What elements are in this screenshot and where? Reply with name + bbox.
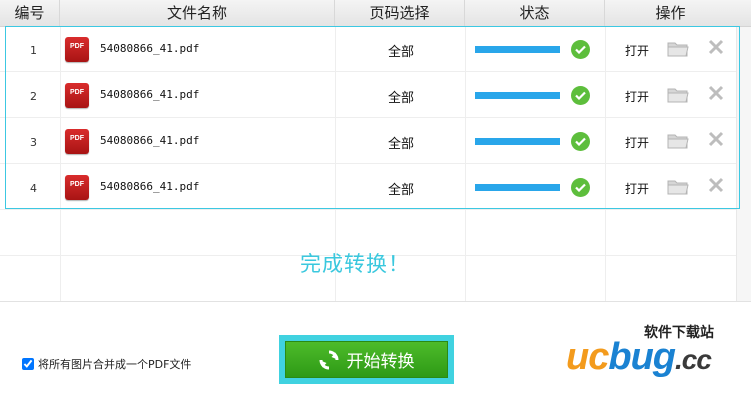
row-index: 1 [30,43,37,57]
start-convert-button[interactable]: 开始转换 [285,341,448,378]
refresh-icon [319,350,338,369]
folder-icon[interactable] [667,178,689,195]
file-cell: PDF 54080866_41.pdf [61,73,336,119]
status-cell [466,73,606,119]
merge-pdf-option[interactable]: 将所有图片合并成一个PDF文件 [22,356,191,372]
table-row[interactable]: 3 PDF 54080866_41.pdf 全部 打开 [6,119,739,165]
status-cell [466,165,606,211]
page-range-select[interactable]: 全部 [336,119,466,165]
check-circle-icon [571,178,590,197]
file-name: 54080866_41.pdf [100,88,200,101]
merge-pdf-checkbox[interactable] [22,358,34,370]
progress-bar [475,138,560,145]
row-index: 4 [30,181,37,195]
open-file-button[interactable]: 打开 [625,134,649,151]
progress-bar [475,92,560,99]
pdf-file-icon: PDF [65,175,89,200]
file-name: 54080866_41.pdf [100,134,200,147]
actions-cell: 打开 [606,73,739,119]
watermark-brand: ucbug.cc [566,336,712,379]
check-circle-icon [571,40,590,59]
column-header-filename[interactable]: 文件名称 [60,0,335,26]
brand-text-bug: bug [608,336,676,378]
file-cell: PDF 54080866_41.pdf [61,27,336,73]
actions-cell: 打开 [606,27,739,73]
row-index: 3 [30,135,37,149]
start-convert-label: 开始转换 [346,352,415,372]
progress-fill [475,138,560,145]
open-file-button[interactable]: 打开 [625,42,649,59]
progress-bar [475,184,560,191]
check-circle-icon [571,132,590,151]
pdf-file-icon: PDF [65,37,89,62]
file-name: 54080866_41.pdf [100,180,200,193]
close-icon[interactable] [707,176,725,194]
page-range-select[interactable]: 全部 [336,73,466,119]
file-list: 1 PDF 54080866_41.pdf 全部 打开 2 PDF 540808… [5,26,740,209]
column-header-actions[interactable]: 操作 [605,0,736,26]
table-row[interactable]: 2 PDF 54080866_41.pdf 全部 打开 [6,73,739,119]
check-circle-icon [571,86,590,105]
file-cell: PDF 54080866_41.pdf [61,165,336,211]
pdf-file-icon: PDF [65,129,89,154]
merge-pdf-label: 将所有图片合并成一个PDF文件 [38,358,192,371]
folder-icon[interactable] [667,86,689,103]
table-header: 编号 文件名称 页码选择 状态 操作 [0,0,751,27]
table-row[interactable]: 4 PDF 54080866_41.pdf 全部 打开 [6,165,739,211]
folder-icon[interactable] [667,40,689,57]
column-header-page-range[interactable]: 页码选择 [335,0,465,26]
status-cell [466,27,606,73]
pdf-badge-label: PDF [70,181,84,188]
status-cell [466,119,606,165]
folder-icon[interactable] [667,132,689,149]
pdf-badge-label: PDF [70,43,84,50]
column-header-status[interactable]: 状态 [465,0,605,26]
brand-text-cc: .cc [675,344,712,375]
progress-fill [475,184,560,191]
progress-fill [475,46,560,53]
page-range-select[interactable]: 全部 [336,165,466,211]
file-cell: PDF 54080866_41.pdf [61,119,336,165]
row-index: 2 [30,89,37,103]
open-file-button[interactable]: 打开 [625,180,649,197]
close-icon[interactable] [707,84,725,102]
start-button-frame: 开始转换 [279,335,454,384]
conversion-complete-message: 完成转换！ [300,252,410,276]
file-name: 54080866_41.pdf [100,42,200,55]
close-icon[interactable] [707,130,725,148]
column-header-index[interactable]: 编号 [0,0,60,26]
progress-fill [475,92,560,99]
pdf-badge-label: PDF [70,135,84,142]
ucbug-watermark-logo: 软件下载站 ucbug.cc [566,322,751,393]
close-icon[interactable] [707,38,725,56]
brand-text-uc: uc [566,336,609,378]
actions-cell: 打开 [606,165,739,211]
page-range-select[interactable]: 全部 [336,27,466,73]
open-file-button[interactable]: 打开 [625,88,649,105]
pdf-badge-label: PDF [70,89,84,96]
progress-bar [475,46,560,53]
table-row[interactable]: 1 PDF 54080866_41.pdf 全部 打开 [6,27,739,73]
actions-cell: 打开 [606,119,739,165]
pdf-file-icon: PDF [65,83,89,108]
